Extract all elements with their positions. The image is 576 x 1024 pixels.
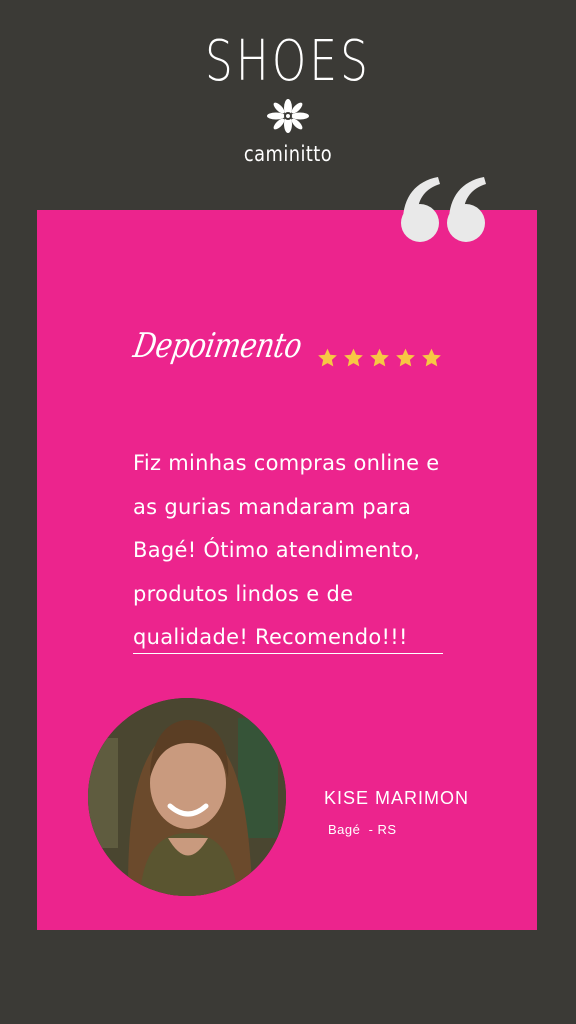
star-icon bbox=[318, 348, 337, 367]
star-icon bbox=[370, 348, 389, 367]
testimonial-heading: Depoimento bbox=[130, 326, 305, 366]
brand-subtitle: caminitto bbox=[243, 142, 333, 166]
author-photo bbox=[88, 698, 286, 896]
star-icon bbox=[396, 348, 415, 367]
rating-stars bbox=[316, 347, 443, 369]
quote-mark-icon bbox=[401, 177, 486, 242]
testimonial-text: Fiz minhas compras online e as gurias ma… bbox=[133, 451, 440, 649]
star-icon bbox=[344, 348, 363, 367]
testimonial-heading-row: Depoimento bbox=[130, 326, 338, 366]
flower-icon bbox=[267, 99, 309, 133]
testimonial-card: Depoimento Fiz minhas compras online e a… bbox=[37, 210, 537, 930]
avatar bbox=[88, 698, 286, 896]
author-location: Bagé - RS bbox=[328, 822, 397, 837]
star-icon bbox=[422, 348, 441, 367]
divider bbox=[133, 653, 443, 654]
brand-logo: SHOES caminitto bbox=[0, 29, 576, 167]
author-name: KISE MARIMON bbox=[324, 788, 470, 808]
brand-title: SHOES bbox=[205, 29, 371, 94]
